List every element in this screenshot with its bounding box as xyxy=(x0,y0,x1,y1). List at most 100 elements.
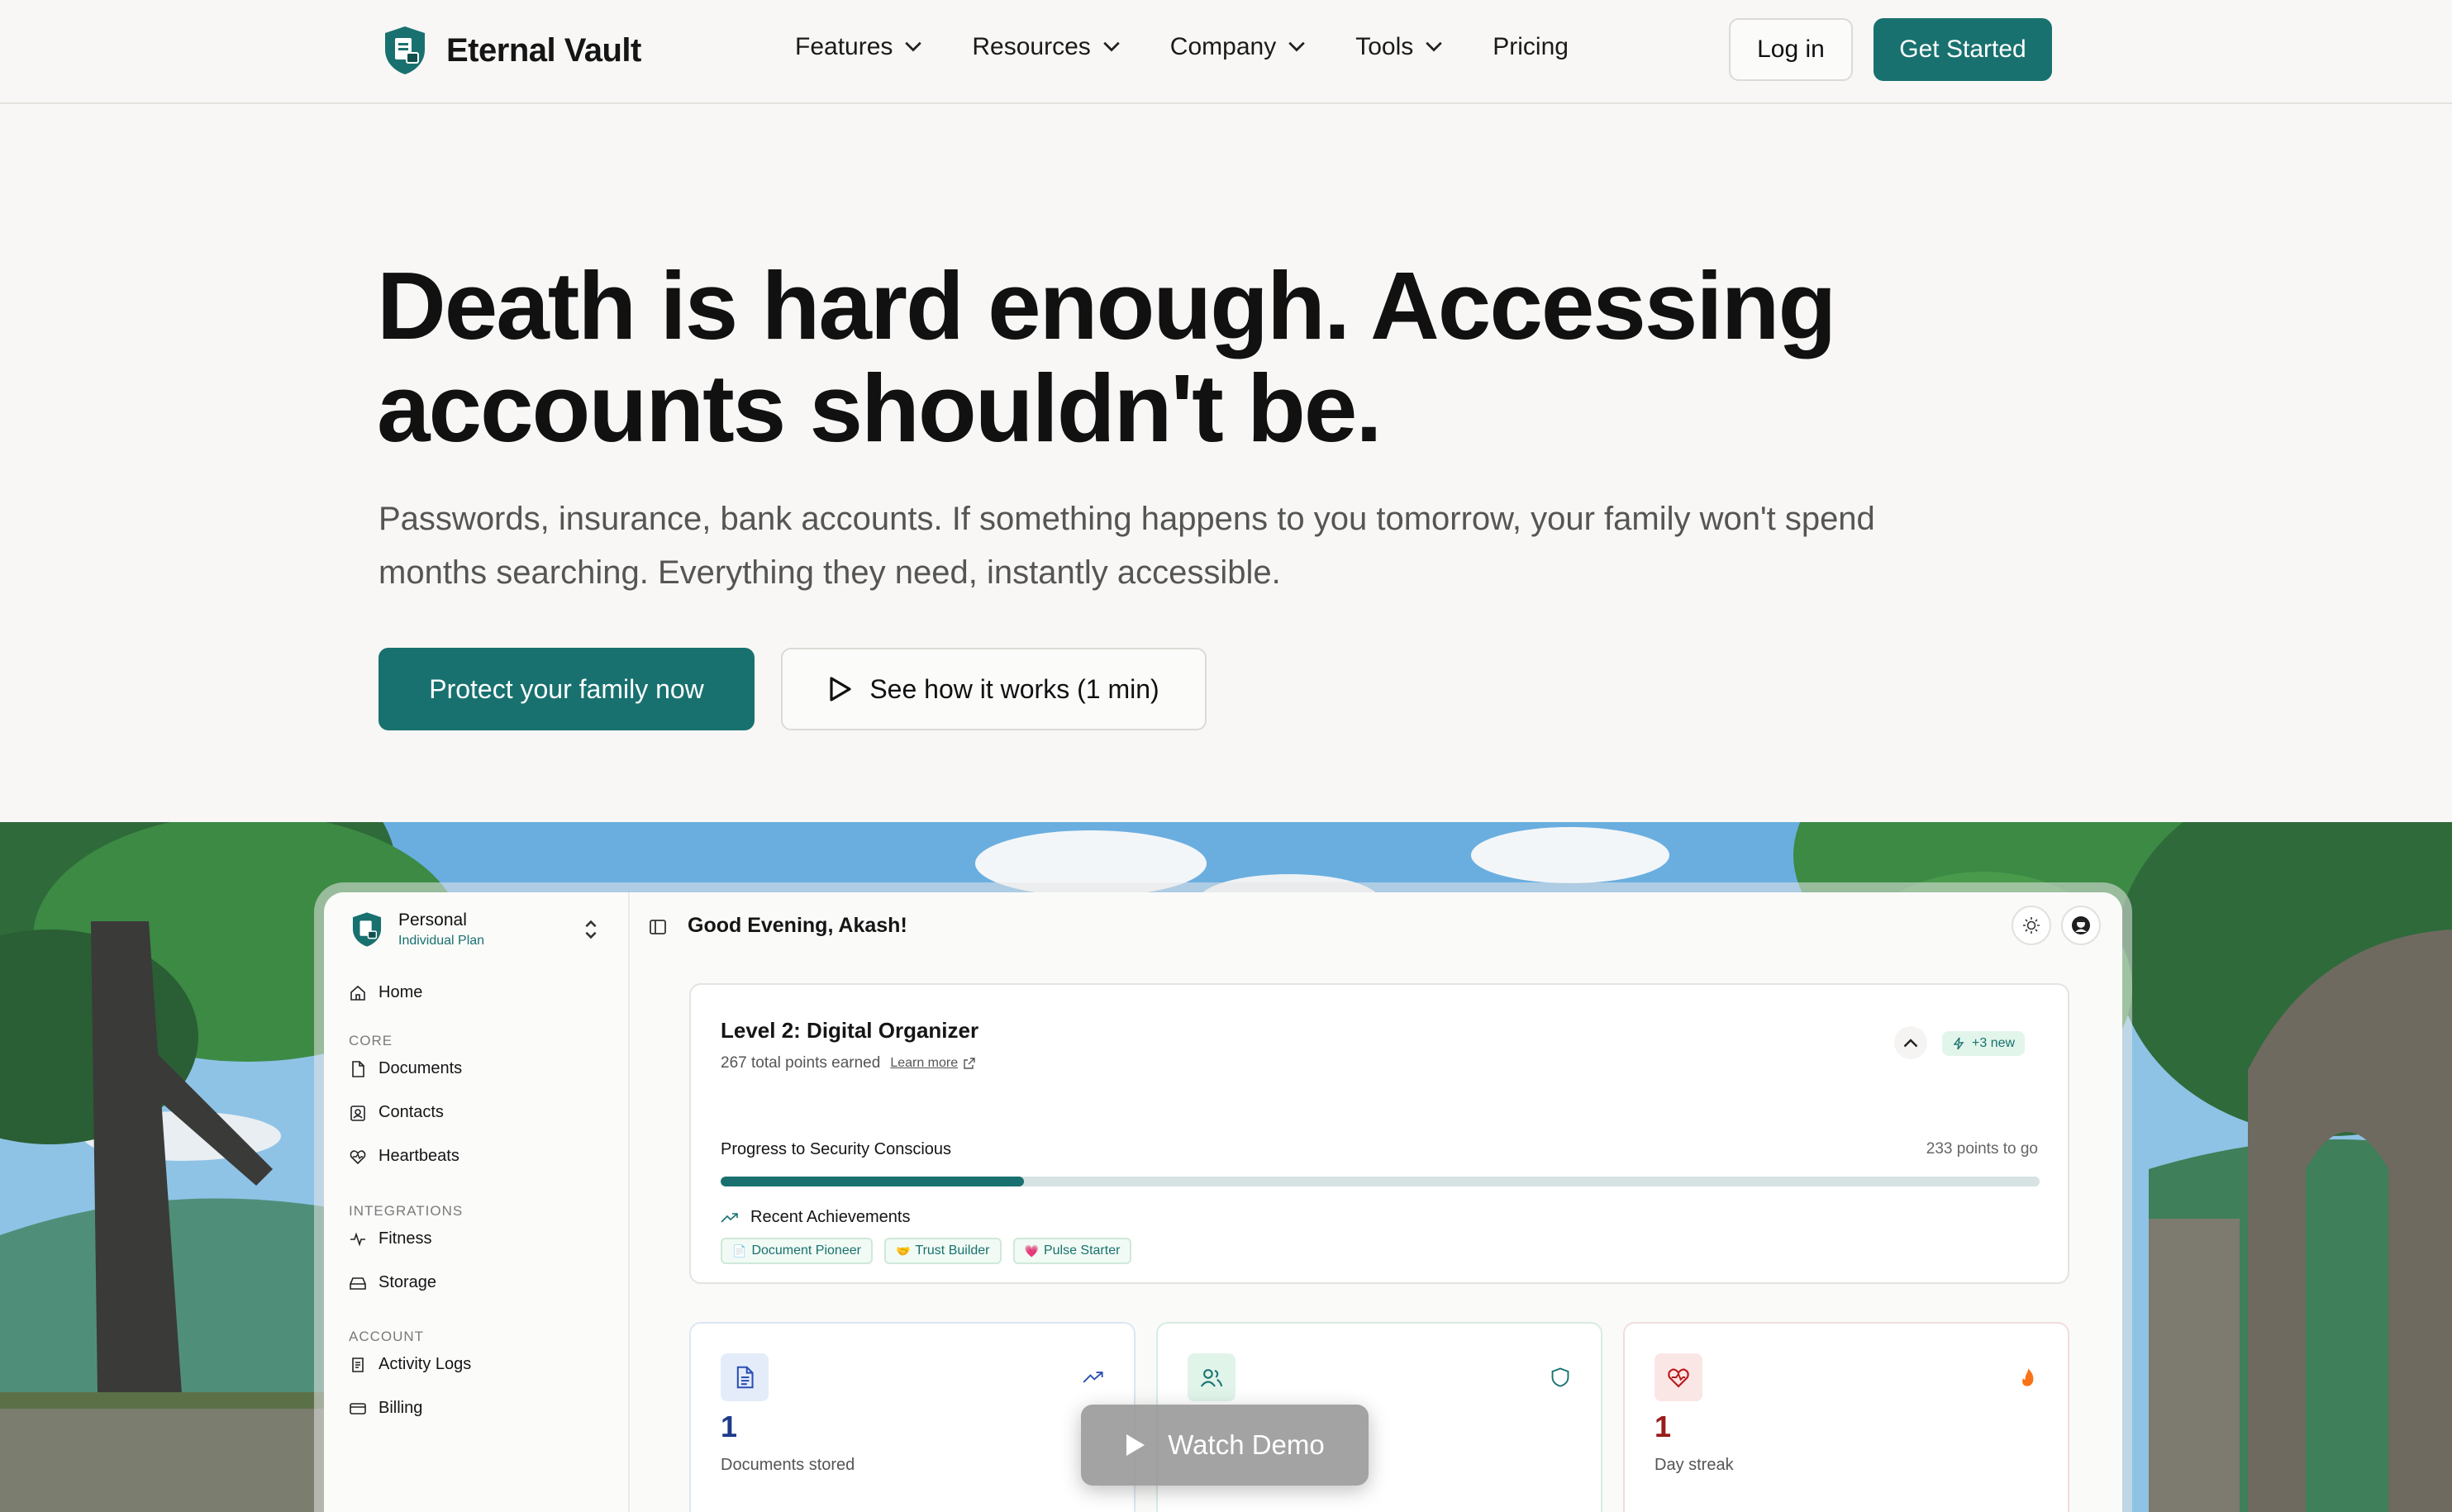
home-icon xyxy=(350,985,365,1001)
progress-label: Progress to Security Conscious xyxy=(721,1140,952,1158)
nav-tools-label: Tools xyxy=(1355,33,1414,60)
achievements-title: Recent Achievements xyxy=(721,1208,910,1227)
sidebar-item-label: Billing xyxy=(379,1399,423,1417)
brand-logo[interactable]: Eternal Vault xyxy=(382,25,641,76)
chevron-down-icon xyxy=(1426,41,1442,52)
stat-icon-wrap xyxy=(721,1353,769,1401)
nav-resources-label: Resources xyxy=(972,33,1091,60)
stat-label: Day streak xyxy=(1655,1456,1734,1474)
dashboard-greeting: Good Evening, Akash! xyxy=(688,914,907,937)
achievement-label: Document Pioneer xyxy=(751,1243,861,1258)
achievements-title-label: Recent Achievements xyxy=(750,1208,911,1226)
sidebar-item-billing[interactable]: Billing xyxy=(349,1399,422,1418)
workspace-plan: Individual Plan xyxy=(398,934,485,948)
watch-demo-button[interactable]: Watch Demo xyxy=(1081,1405,1369,1486)
sidebar-item-activity-logs[interactable]: Activity Logs xyxy=(349,1355,471,1374)
stat-value: 1 xyxy=(721,1410,738,1443)
stat-label: Documents stored xyxy=(721,1456,855,1474)
see-how-it-works-button[interactable]: See how it works (1 min) xyxy=(781,648,1207,730)
chevron-down-icon xyxy=(1103,41,1120,52)
stat-icon-wrap xyxy=(1655,1353,1702,1401)
new-points-badge: +3 new xyxy=(1942,1031,2026,1056)
achievement-badge: 🤝 Trust Builder xyxy=(883,1238,1002,1264)
sidebar-item-heartbeats[interactable]: Heartbeats xyxy=(349,1147,459,1166)
users-icon xyxy=(1200,1369,1223,1387)
document-icon xyxy=(736,1366,754,1389)
nav-company-label: Company xyxy=(1169,33,1277,60)
activity-icon xyxy=(350,1231,365,1247)
achievement-label: Pulse Starter xyxy=(1043,1243,1121,1258)
points-remaining: 233 points to go xyxy=(1926,1140,2038,1158)
level-title: Level 2: Digital Organizer xyxy=(721,1018,979,1043)
main-menu: Features Resources Company Tools Pricing xyxy=(795,33,1569,61)
hero-headline: Death is hard enough. Accessing accounts… xyxy=(377,254,1864,459)
chevron-down-icon xyxy=(1288,41,1305,52)
achievements-list: 📄 Document Pioneer 🤝 Trust Builder 💗 Pul… xyxy=(721,1238,1132,1264)
chevron-down-icon xyxy=(905,41,922,52)
achievement-label: Trust Builder xyxy=(915,1243,990,1258)
play-icon xyxy=(830,677,851,701)
shield-icon xyxy=(1551,1367,1569,1387)
stat-card-streak[interactable]: 1 Day streak xyxy=(1623,1322,2069,1512)
sidebar-item-contacts[interactable]: Contacts xyxy=(349,1103,444,1122)
level-points-row: 267 total points earned Learn more xyxy=(721,1054,976,1072)
nav-tools[interactable]: Tools xyxy=(1355,33,1443,61)
hero-headline-line-2: accounts shouldn't be. xyxy=(377,354,1383,462)
sidebar-item-label: Fitness xyxy=(379,1229,432,1248)
app-sidebar: Personal Individual Plan Home CORE Docum… xyxy=(324,892,630,1512)
workspace-name: Personal xyxy=(398,911,467,930)
sidebar-section-core: CORE xyxy=(349,1033,393,1048)
trending-up-icon xyxy=(721,1212,738,1223)
nav-resources[interactable]: Resources xyxy=(972,33,1120,61)
protect-family-button[interactable]: Protect your family now xyxy=(379,648,755,730)
page-emoji-icon: 📄 xyxy=(732,1243,747,1258)
heart-pulse-icon xyxy=(350,1149,366,1164)
see-how-it-works-label: See how it works (1 min) xyxy=(869,673,1159,704)
sidebar-item-label: Activity Logs xyxy=(379,1355,472,1373)
learn-more-link[interactable]: Learn more xyxy=(890,1056,976,1071)
workspace-info: Personal Individual Plan xyxy=(398,911,484,949)
sidebar-section-integrations: INTEGRATIONS xyxy=(349,1203,464,1219)
workspace-switcher[interactable]: Personal Individual Plan xyxy=(350,911,484,949)
sidebar-toggle-icon[interactable] xyxy=(648,917,668,937)
sidebar-item-fitness[interactable]: Fitness xyxy=(349,1229,431,1248)
progress-bar-fill xyxy=(721,1177,1025,1186)
zap-icon xyxy=(1953,1037,1964,1050)
credit-card-icon xyxy=(350,1402,366,1415)
hero-subtext: Passwords, insurance, bank accounts. If … xyxy=(379,501,1875,591)
nav-company[interactable]: Company xyxy=(1170,33,1306,61)
get-started-button[interactable]: Get Started xyxy=(1874,18,2052,81)
login-button[interactable]: Log in xyxy=(1729,18,1853,81)
nav-pricing-label: Pricing xyxy=(1493,33,1569,60)
brand-name: Eternal Vault xyxy=(446,31,641,69)
stat-card-documents[interactable]: 1 Documents stored xyxy=(689,1322,1136,1512)
heart-emoji-icon: 💗 xyxy=(1024,1243,1039,1258)
user-avatar-button[interactable] xyxy=(2061,906,2101,945)
play-icon xyxy=(1126,1434,1145,1456)
sidebar-item-home[interactable]: Home xyxy=(349,983,422,1002)
avatar xyxy=(2072,916,2090,934)
theme-toggle-button[interactable] xyxy=(2012,906,2051,945)
nav-features-label: Features xyxy=(795,33,893,60)
sidebar-item-label: Contacts xyxy=(379,1103,444,1121)
sidebar-item-storage[interactable]: Storage xyxy=(349,1273,436,1292)
watch-demo-label: Watch Demo xyxy=(1168,1429,1325,1460)
nav-features[interactable]: Features xyxy=(795,33,922,61)
stat-value: 1 xyxy=(1655,1410,1672,1443)
achievement-badge: 📄 Document Pioneer xyxy=(721,1238,873,1264)
collapse-button[interactable] xyxy=(1894,1026,1927,1059)
sidebar-item-label: Home xyxy=(379,983,423,1001)
heart-pulse-icon xyxy=(1668,1368,1689,1388)
handshake-emoji-icon: 🤝 xyxy=(895,1243,911,1258)
sidebar-item-label: Storage xyxy=(379,1273,437,1291)
sun-icon xyxy=(2023,917,2040,934)
dashboard-main: Good Evening, Akash! Level 2: Digital Or… xyxy=(631,892,2122,1512)
sidebar-item-label: Documents xyxy=(379,1059,463,1077)
new-points-label: +3 new xyxy=(1972,1036,2016,1050)
sidebar-item-documents[interactable]: Documents xyxy=(349,1059,462,1078)
chevrons-up-down-icon[interactable] xyxy=(583,917,599,942)
total-points: 267 total points earned xyxy=(721,1054,881,1072)
hero-headline-line-1: Death is hard enough. Accessing xyxy=(377,252,1836,359)
level-progress-card: Level 2: Digital Organizer 267 total poi… xyxy=(689,983,2069,1284)
nav-pricing[interactable]: Pricing xyxy=(1493,33,1569,61)
